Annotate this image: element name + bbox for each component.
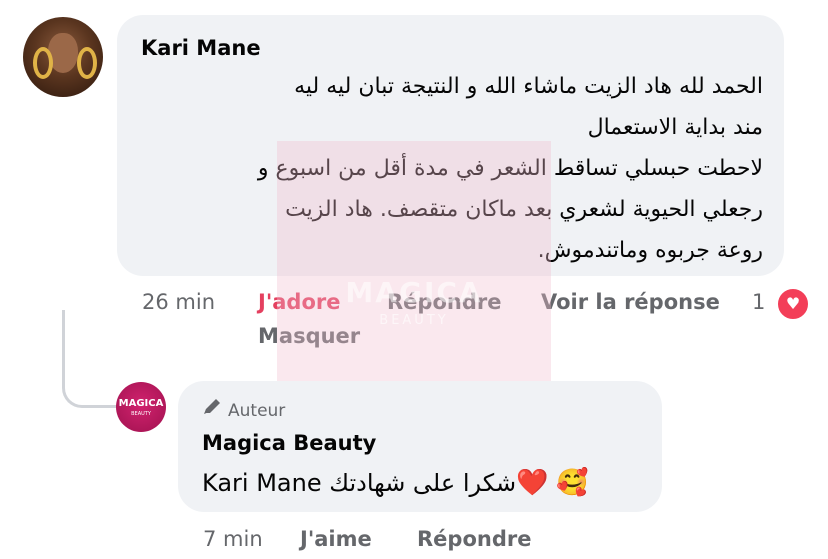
heart-emoji-icon: ❤️ [516, 468, 549, 498]
like-button[interactable]: J'aime [300, 527, 372, 551]
reply-author[interactable]: Magica Beauty [202, 431, 376, 455]
smiling-hearts-emoji-icon: 🥰 [556, 468, 589, 498]
view-reply-button[interactable]: Voir la réponse [541, 290, 720, 314]
thread-connector [62, 310, 117, 408]
watermark-text: MAGICA [345, 276, 483, 309]
watermark: MAGICA BEAUTY [277, 141, 551, 417]
reply-message: شكرا على شهادتك [329, 469, 517, 497]
reply-timestamp[interactable]: 7 min [203, 527, 263, 551]
reaction-count[interactable]: 1 [752, 290, 765, 314]
comment-author[interactable]: Kari Mane [141, 36, 261, 60]
reply-text: Kari Mane شكرا على شهادتك❤️ 🥰 [202, 468, 589, 498]
heart-icon[interactable]: ♥ [776, 287, 810, 321]
pencil-icon [202, 398, 228, 421]
avatar-logo-text: MAGICA [118, 398, 164, 409]
avatar-logo-sub: BEAUTY [131, 411, 151, 417]
earring-left [33, 47, 53, 79]
page-avatar[interactable]: MAGICA BEAUTY [116, 382, 166, 432]
comment-line: الحمد لله هاد الزيت ماشاء الله و النتيجة… [294, 74, 763, 99]
author-badge-label: Auteur [228, 401, 286, 421]
author-badge: Auteur [202, 398, 285, 421]
commenter-avatar[interactable] [23, 17, 103, 97]
comment-timestamp[interactable]: 26 min [142, 290, 215, 314]
watermark-sub: BEAUTY [379, 313, 449, 328]
mention-link[interactable]: Kari Mane [202, 469, 322, 497]
reply-reply-button[interactable]: Répondre [417, 527, 531, 551]
earring-right [77, 47, 97, 79]
